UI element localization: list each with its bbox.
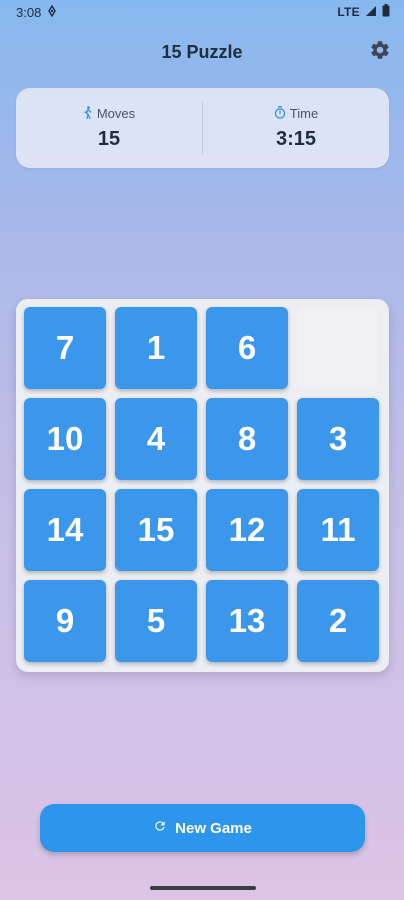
signal-icon — [365, 5, 377, 20]
tile[interactable]: 13 — [206, 580, 288, 662]
home-indicator[interactable] — [150, 886, 256, 890]
moves-value: 15 — [97, 127, 121, 150]
tile[interactable]: 2 — [297, 580, 379, 662]
tile[interactable]: 14 — [24, 489, 106, 571]
status-bar: 3:08 LTE — [0, 0, 404, 24]
time-label: Time — [289, 106, 319, 121]
battery-icon — [382, 4, 390, 20]
status-time: 3:08 — [16, 4, 42, 20]
network-label: LTE — [337, 5, 360, 19]
status-left: 3:08 — [16, 4, 57, 20]
walking-icon — [83, 105, 93, 122]
tile[interactable]: 4 — [115, 398, 197, 480]
tile[interactable]: 15 — [115, 489, 197, 571]
app-header: 15 Puzzle — [0, 32, 404, 72]
puzzle-board: 7 1 6 10 4 8 3 14 15 12 11 9 5 13 2 — [16, 299, 389, 672]
moves-stat: Moves 15 — [16, 105, 202, 151]
new-game-label: New Game — [175, 819, 252, 837]
tile[interactable]: 7 — [24, 307, 106, 389]
tile[interactable]: 3 — [297, 398, 379, 480]
time-value: 3:15 — [275, 127, 317, 150]
tile[interactable]: 1 — [115, 307, 197, 389]
new-game-button[interactable]: New Game — [40, 804, 365, 852]
notification-icon — [47, 4, 57, 20]
timer-icon — [274, 105, 286, 122]
tile[interactable]: 8 — [206, 398, 288, 480]
tile[interactable]: 5 — [115, 580, 197, 662]
settings-button[interactable] — [368, 40, 392, 64]
tile[interactable]: 10 — [24, 398, 106, 480]
refresh-icon — [153, 819, 167, 837]
tile[interactable]: 6 — [206, 307, 288, 389]
time-label-row: Time — [274, 105, 319, 122]
tile[interactable]: 12 — [206, 489, 288, 571]
moves-label: Moves — [96, 106, 136, 121]
gear-icon — [369, 39, 391, 66]
app-title: 15 Puzzle — [161, 41, 243, 62]
empty-tile — [297, 307, 379, 389]
tile[interactable]: 11 — [297, 489, 379, 571]
tile[interactable]: 9 — [24, 580, 106, 662]
stats-card: Moves 15 Time 3:15 — [16, 88, 389, 168]
moves-label-row: Moves — [83, 105, 136, 122]
status-right: LTE — [337, 4, 390, 20]
time-stat: Time 3:15 — [203, 105, 389, 151]
